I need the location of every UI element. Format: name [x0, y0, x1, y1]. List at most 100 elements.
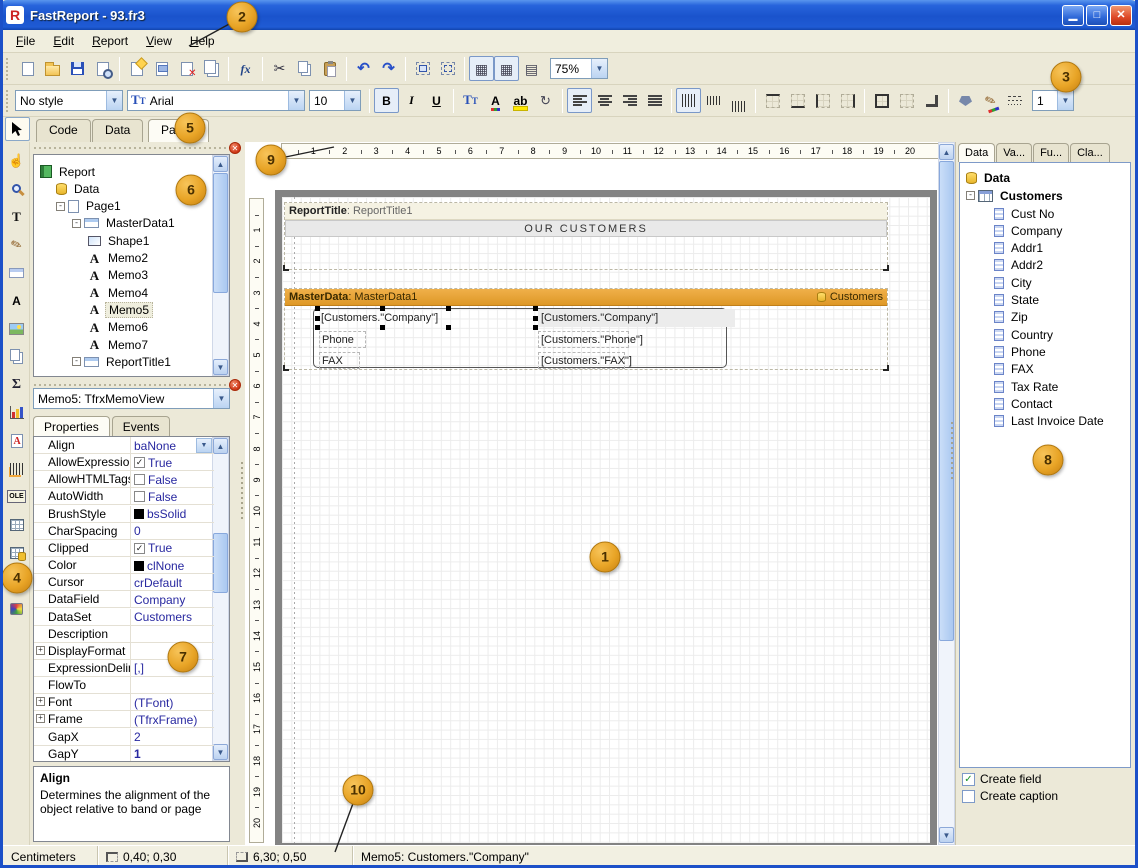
crosstab-tool-button[interactable]: [4, 512, 29, 537]
data-root-item[interactable]: Data: [966, 169, 1013, 186]
master-data-band-header[interactable]: MasterData: MasterData1 Customers: [285, 289, 887, 306]
scroll-down-icon[interactable]: ▼: [213, 744, 228, 760]
tree-item-memo5[interactable]: AMemo5: [88, 301, 153, 318]
property-value[interactable]: crDefault: [131, 574, 214, 590]
frame-right-button[interactable]: [835, 88, 860, 113]
tree-panel-grip[interactable]: [34, 145, 229, 150]
property-value[interactable]: Customers: [131, 609, 214, 625]
property-row-gapy[interactable]: GapY1: [34, 746, 214, 762]
tree-item-memo7[interactable]: AMemo7: [88, 336, 151, 353]
text-object-tool-button[interactable]: A: [4, 288, 29, 313]
selection-handle[interactable]: [533, 316, 538, 321]
frame-none-button[interactable]: [894, 88, 919, 113]
frame-all-button[interactable]: [869, 88, 894, 113]
property-row-description[interactable]: Description: [34, 626, 214, 643]
font-size-combo[interactable]: 10▼: [309, 90, 361, 111]
field-item-zip[interactable]: Zip: [994, 309, 1031, 326]
save-report-button[interactable]: [65, 56, 90, 81]
preview-report-button[interactable]: [90, 56, 115, 81]
memo-phone-label[interactable]: Phone: [319, 331, 366, 348]
scroll-down-icon[interactable]: ▼: [939, 827, 954, 843]
scroll-up-icon[interactable]: ▲: [213, 156, 228, 172]
checkbox-unchecked-icon[interactable]: [134, 474, 145, 485]
property-value[interactable]: False: [131, 471, 214, 487]
property-row-allowexpression[interactable]: AllowExpression✓True: [34, 454, 214, 471]
create-field-checkbox[interactable]: ✓: [962, 773, 975, 786]
inspector-close-icon[interactable]: ✕: [229, 379, 241, 391]
property-value[interactable]: [131, 626, 214, 642]
left-splitter[interactable]: [239, 462, 245, 522]
selection-handle[interactable]: [315, 316, 320, 321]
property-value[interactable]: clNone: [131, 557, 214, 573]
menu-help[interactable]: Help: [181, 31, 224, 51]
property-row-datafield[interactable]: DataFieldCompany: [34, 591, 214, 608]
open-report-button[interactable]: [40, 56, 65, 81]
field-item-last-invoice-date[interactable]: Last Invoice Date: [994, 413, 1107, 430]
line-width-combo[interactable]: 1▼: [1032, 90, 1074, 111]
selection-handle[interactable]: [533, 325, 538, 330]
tree-item-report[interactable]: Report: [40, 163, 98, 180]
property-row-flowto[interactable]: FlowTo: [34, 677, 214, 694]
field-item-addr2[interactable]: Addr2: [994, 257, 1046, 274]
checkbox-checked-icon[interactable]: ✓: [134, 457, 145, 468]
font-settings-button[interactable]: T: [458, 88, 483, 113]
data-panel-tab-data[interactable]: Data: [958, 143, 995, 162]
text-rotation-button[interactable]: ↻: [533, 88, 558, 113]
select-tool-button[interactable]: [5, 117, 30, 141]
selection-handle[interactable]: [380, 325, 385, 330]
report-tree-scrollbar[interactable]: ▲ ▼: [212, 155, 229, 376]
frame-top-button[interactable]: [760, 88, 785, 113]
property-grid-scrollbar[interactable]: ▲ ▼: [212, 437, 229, 761]
selection-handle[interactable]: [446, 325, 451, 330]
frame-bottom-button[interactable]: [785, 88, 810, 113]
property-value[interactable]: 0: [131, 523, 214, 539]
ole-tool-button[interactable]: OLE: [4, 484, 29, 509]
tree-item-memo3[interactable]: AMemo3: [88, 267, 151, 284]
object-selector-combo[interactable]: Memo5: TfrxMemoView ▼: [33, 388, 230, 409]
variables-button[interactable]: fx: [233, 56, 258, 81]
redo-button[interactable]: ↷: [376, 56, 401, 81]
property-row-gapx[interactable]: GapX2: [34, 729, 214, 746]
property-value[interactable]: 1: [131, 746, 214, 762]
copy-button[interactable]: [292, 56, 317, 81]
scroll-down-icon[interactable]: ▼: [213, 359, 228, 375]
align-justify-button[interactable]: [642, 88, 667, 113]
memo-fax-field[interactable]: [Customers."FAX"]: [538, 352, 625, 369]
show-grid-button[interactable]: ▦: [469, 56, 494, 81]
style-combo[interactable]: No style▼: [15, 90, 123, 111]
report-title-band[interactable]: ReportTitle: ReportTitle1 OUR CUSTOMERS: [284, 202, 888, 270]
page-settings-button[interactable]: [199, 56, 224, 81]
property-row-brushstyle[interactable]: BrushStylebsSolid: [34, 506, 214, 523]
property-value[interactable]: False: [131, 488, 214, 504]
tree-item-page1[interactable]: -Page1: [56, 198, 124, 215]
line-color-button[interactable]: ✎: [978, 88, 1003, 113]
align-left-button[interactable]: [567, 88, 592, 113]
tree-panel-close-icon[interactable]: ✕: [229, 142, 241, 154]
field-item-cust-no[interactable]: Cust No: [994, 205, 1057, 222]
group-button[interactable]: [410, 56, 435, 81]
selection-handle[interactable]: [315, 325, 320, 330]
property-value[interactable]: (TFont): [131, 694, 214, 710]
combo-dropdown-icon[interactable]: ▼: [344, 91, 360, 110]
field-item-country[interactable]: Country: [994, 326, 1056, 343]
report-title-band-header[interactable]: ReportTitle: ReportTitle1: [285, 203, 887, 220]
checkbox-checked-icon[interactable]: ✓: [134, 543, 145, 554]
zoom-tool-button[interactable]: [4, 176, 29, 201]
field-item-state[interactable]: State: [994, 292, 1042, 309]
memo5-company-field[interactable]: [Customers."Company"]: [538, 309, 735, 327]
dataset-item-customers[interactable]: -Customers: [966, 187, 1066, 204]
field-item-tax-rate[interactable]: Tax Rate: [994, 378, 1061, 395]
align-to-grid-button[interactable]: ▦: [494, 56, 519, 81]
barcode-tool-button[interactable]: [4, 456, 29, 481]
data-panel-tab-va[interactable]: Va...: [996, 143, 1032, 162]
chart-tool-button[interactable]: [4, 400, 29, 425]
tree-item-memo2[interactable]: AMemo2: [88, 250, 151, 267]
new-report-page-button[interactable]: [124, 56, 149, 81]
system-text-tool-button[interactable]: Σ: [4, 372, 29, 397]
checkbox-unchecked-icon[interactable]: [134, 491, 145, 502]
property-row-align[interactable]: AlignbaNone▼: [34, 437, 214, 454]
title-bar[interactable]: R FastReport - 93.fr3 ▁ □ ✕: [0, 0, 1138, 30]
band-tool-button[interactable]: [4, 260, 29, 285]
italic-button[interactable]: I: [399, 88, 424, 113]
inspector-tab-events[interactable]: Events: [112, 416, 171, 436]
